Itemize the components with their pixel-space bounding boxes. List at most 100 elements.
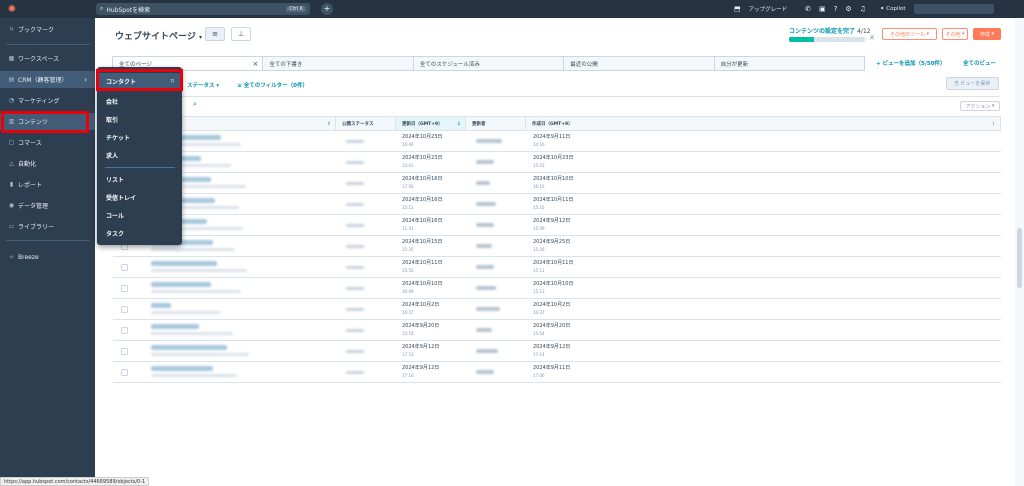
- sidebar-item-breeze[interactable]: ✧ Breeze: [0, 249, 95, 266]
- sidebar-item-label: コマース: [18, 140, 42, 147]
- page-name-link[interactable]: [151, 345, 227, 350]
- all-views-link[interactable]: 全てのビュー: [963, 59, 996, 67]
- flyout-item-tasks[interactable]: タスク: [97, 225, 182, 241]
- sidebar-item-automation[interactable]: △ 自動化: [0, 155, 95, 172]
- created-time-text: 17:06: [533, 373, 545, 378]
- created-date: 2024年10月11日 15:16: [533, 197, 573, 211]
- phone-icon[interactable]: ✆: [805, 5, 811, 13]
- flyout-item-deals[interactable]: 取引: [97, 111, 182, 127]
- vertical-scrollbar[interactable]: [1015, 18, 1024, 486]
- account-menu[interactable]: [913, 4, 994, 14]
- scrollbar-thumb[interactable]: [1017, 228, 1022, 288]
- page-name-link[interactable]: [151, 303, 171, 308]
- flyout-item-jobs[interactable]: 求人: [97, 147, 182, 163]
- status-filter[interactable]: ステータス ▾: [187, 81, 219, 89]
- table-row[interactable]: 2024年10月23日 15:01 2024年10月23日 15:03: [113, 152, 1001, 173]
- updated-date: 2024年10月15日 15:35: [402, 239, 442, 253]
- filter-bar: ステータス ▾ ≡ 全てのフィルター（0件）: [187, 81, 308, 89]
- updated-by: [476, 181, 490, 185]
- sidebar-item-reports[interactable]: ▮ レポート: [0, 176, 95, 193]
- sidebar-item-crm[interactable]: ▤ CRM（顧客管理） ›: [0, 71, 95, 88]
- more-button-label: その他: [945, 31, 961, 38]
- upgrade-link[interactable]: アップグレード: [749, 5, 788, 13]
- row-checkbox[interactable]: [121, 369, 128, 376]
- hubspot-logo-icon[interactable]: ✺: [0, 4, 24, 15]
- all-filters-button[interactable]: ≡ 全てのフィルター（0件）: [237, 81, 308, 89]
- plus-icon[interactable]: +: [321, 3, 333, 15]
- created-time-text: 16:37: [533, 310, 545, 315]
- page-title[interactable]: ウェブサイトページ ▾: [115, 29, 202, 42]
- list-view-button[interactable]: ≡: [205, 27, 225, 41]
- table-search-icon[interactable]: ⌕: [193, 100, 197, 109]
- table-row[interactable]: 2024年10月16日 17:56 2024年10月10日 16:16: [113, 173, 1001, 194]
- column-updated[interactable]: 更新日（GMT+9） ↓: [396, 117, 466, 130]
- sidebar-divider: [6, 240, 90, 241]
- created-date-text: 2024年10月2日: [533, 302, 571, 308]
- page-name-link[interactable]: [151, 282, 211, 287]
- close-icon[interactable]: ✕: [869, 34, 875, 42]
- marketplace-icon[interactable]: ▣: [819, 5, 826, 13]
- updated-by: [476, 265, 494, 269]
- sidebar-item-bookmarks[interactable]: ⌑ ブックマーク: [0, 21, 95, 38]
- table-row[interactable]: 2024年10月16日 15:12 2024年10月11日 15:16: [113, 194, 1001, 215]
- tools-button-label: その他のツール: [889, 31, 925, 38]
- tools-button[interactable]: その他のツール ▾: [882, 28, 937, 40]
- add-view-link[interactable]: + ビューを追加（5/50件）: [876, 59, 946, 67]
- sidebar-item-workspace[interactable]: ▦ ワークスペース: [0, 50, 95, 67]
- tab-all-scheduled[interactable]: 全てのスケジュール済み: [413, 57, 565, 70]
- copilot-button[interactable]: ✦ Copilot: [880, 6, 906, 12]
- more-button[interactable]: その他 ▾: [942, 28, 968, 40]
- updated-date: 2024年9月20日 15:54: [402, 323, 439, 337]
- updated-by: [476, 244, 492, 248]
- create-button[interactable]: 作成 ▾: [973, 28, 1001, 40]
- column-status[interactable]: 公開ステータス: [336, 117, 396, 130]
- row-checkbox[interactable]: [121, 285, 128, 292]
- table-row[interactable]: 2024年9月12日 17:10 2024年9月11日 17:06: [113, 362, 1001, 383]
- flyout-item-tickets[interactable]: チケット: [97, 129, 182, 145]
- table-row[interactable]: 2024年10月2日 16:37 2024年10月2日 16:37: [113, 299, 1001, 320]
- row-checkbox[interactable]: [121, 306, 128, 313]
- updated-date: 2024年9月12日 17:53: [402, 344, 439, 358]
- table-row[interactable]: 2024年10月23日 16:44 2024年9月11日 14:16: [113, 131, 1001, 152]
- actions-dropdown[interactable]: アクション ▾: [960, 101, 1000, 111]
- table-row[interactable]: 2024年10月16日 11:41 2024年9月12日 15:09: [113, 215, 1001, 236]
- page-name-link[interactable]: [151, 324, 199, 329]
- save-view-button[interactable]: ⎘ ビューを保存: [946, 77, 999, 90]
- column-created[interactable]: 作成日（GMT+9） ⋮: [526, 117, 1000, 130]
- flyout-item-lists[interactable]: リスト: [97, 171, 182, 187]
- flyout-item-calls[interactable]: コール: [97, 207, 182, 223]
- publish-status: [346, 308, 364, 311]
- row-checkbox[interactable]: [121, 348, 128, 355]
- created-date-text: 2024年10月10日: [533, 176, 574, 182]
- setup-progress-label[interactable]: コンテンツの設定を完了 4/12: [789, 26, 871, 35]
- page-name-link[interactable]: [151, 366, 213, 371]
- sidebar-item-library[interactable]: ▭ ライブラリー: [0, 218, 95, 235]
- notifications-bell-icon[interactable]: ♫: [860, 5, 866, 13]
- library-icon: ▭: [8, 223, 15, 230]
- created-time-text: 15:26: [533, 247, 545, 252]
- column-updated-by[interactable]: 更新者: [466, 117, 526, 130]
- row-checkbox[interactable]: [121, 264, 128, 271]
- tab-recently-published[interactable]: 最近の公開: [564, 57, 715, 70]
- table-row[interactable]: 2024年10月15日 15:35 2024年9月25日 15:26: [113, 236, 1001, 257]
- page-url: [151, 374, 237, 377]
- global-search[interactable]: ⌕ HubSpotを検索 Ctrl K: [96, 3, 310, 15]
- created-date: 2024年9月12日 15:09: [533, 218, 570, 232]
- tab-updated-by-me[interactable]: 自分が更新: [714, 57, 865, 70]
- close-tab-icon[interactable]: ×: [253, 60, 259, 68]
- page-name-link[interactable]: [151, 261, 217, 266]
- sidebar-item-data-management[interactable]: ◉ データ管理: [0, 197, 95, 214]
- flyout-item-inbox[interactable]: 受信トレイ: [97, 189, 182, 205]
- table-row[interactable]: 2024年10月10日 16:09 2024年10月10日 15:13: [113, 278, 1001, 299]
- flyout-item-companies[interactable]: 会社: [97, 93, 182, 109]
- row-checkbox[interactable]: [121, 327, 128, 334]
- tab-all-drafts[interactable]: 全ての下書き: [263, 57, 414, 70]
- tree-view-button[interactable]: ⊥: [231, 27, 251, 41]
- settings-gear-icon[interactable]: ⚙: [845, 5, 851, 13]
- sidebar-item-marketing[interactable]: ◔ マーケティング: [0, 92, 95, 109]
- table-row[interactable]: 2024年10月11日 15:55 2024年10月11日 15:11: [113, 257, 1001, 278]
- help-icon[interactable]: ?: [834, 5, 838, 13]
- table-row[interactable]: 2024年9月20日 15:54 2024年9月20日 15:54: [113, 320, 1001, 341]
- table-row[interactable]: 2024年9月12日 17:53 2024年9月12日 17:14: [113, 341, 1001, 362]
- sidebar-item-commerce[interactable]: ▢ コマース: [0, 134, 95, 151]
